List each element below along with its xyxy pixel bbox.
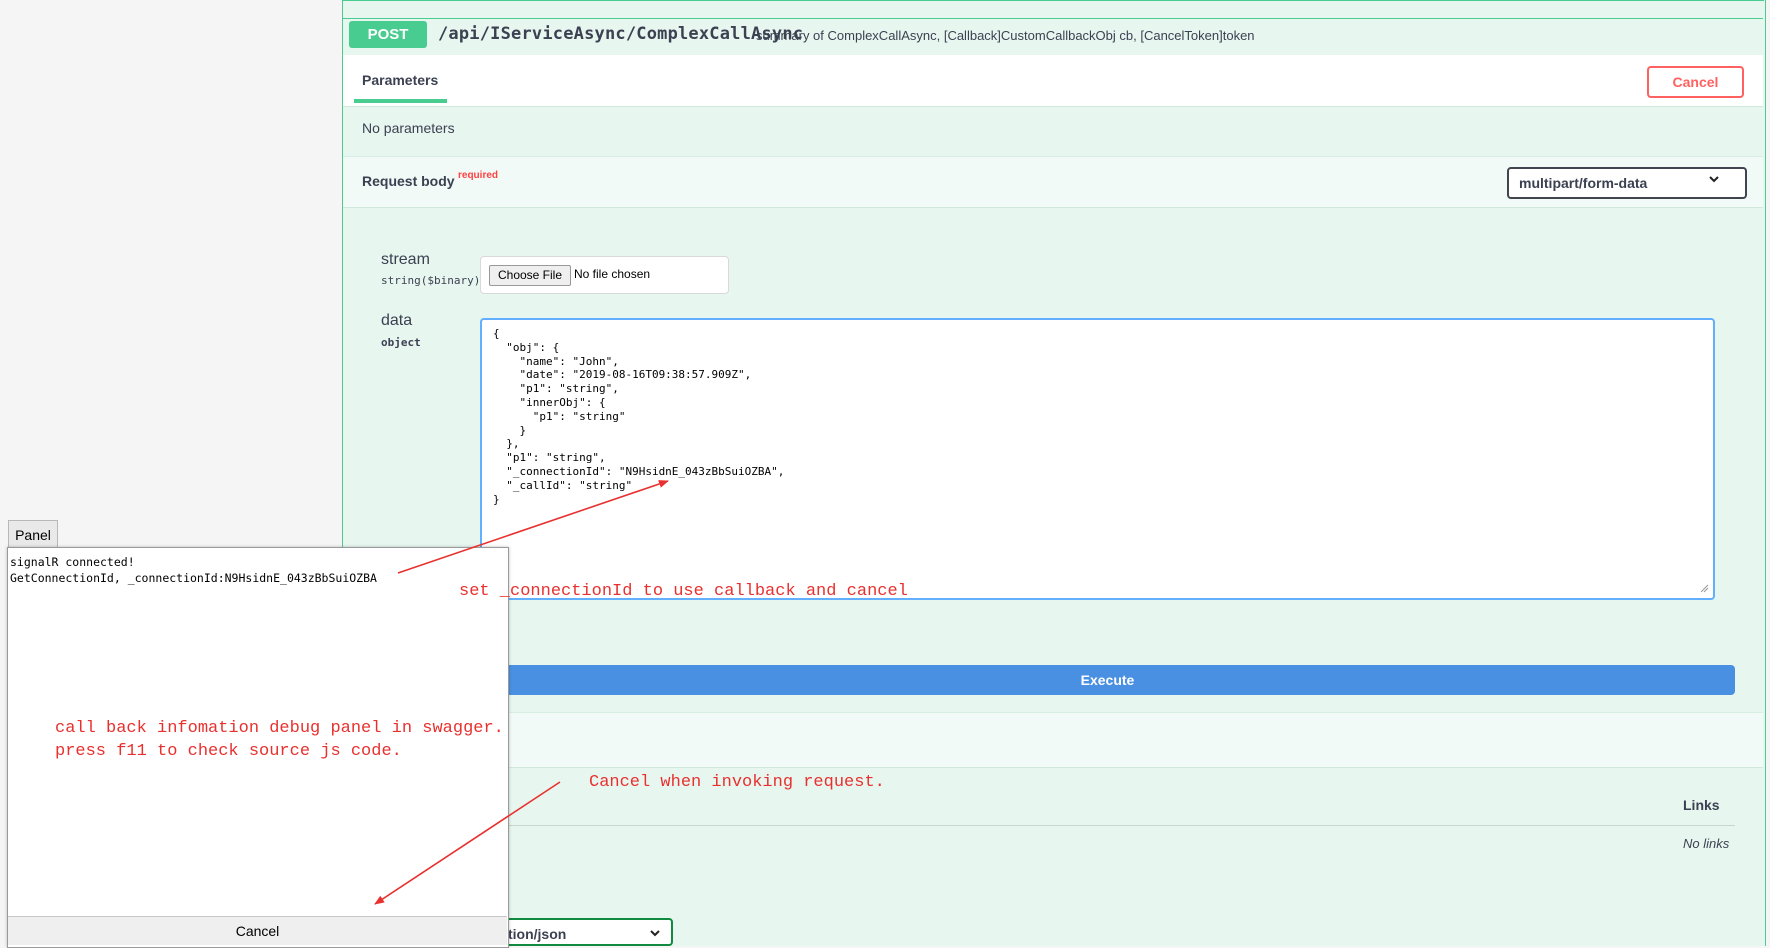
data-field-name: data bbox=[381, 312, 413, 329]
operation-path: /api/IServiceAsync/ComplexCallAsync bbox=[438, 24, 804, 44]
stream-field-type: string($binary) bbox=[381, 274, 481, 287]
debug-panel-log: signalR connected! GetConnectionId, _con… bbox=[10, 555, 377, 585]
operation-summary: summary of ComplexCallAsync, [Callback]C… bbox=[756, 28, 1255, 43]
data-json-value[interactable]: { "obj": { "name": "John", "date": "2019… bbox=[493, 327, 784, 506]
chevron-down-icon bbox=[650, 930, 660, 937]
annotation-debug-panel: call back infomation debug panel in swag… bbox=[55, 719, 504, 761]
request-body-title: Request body bbox=[362, 173, 455, 189]
previous-operation-border bbox=[342, 0, 1764, 1]
try-out-cancel-button[interactable]: Cancel bbox=[1647, 66, 1744, 98]
annotation-set-connection-id: set _connectionId to use callback and ca… bbox=[459, 582, 908, 601]
file-status-text: No file chosen bbox=[574, 267, 651, 281]
annotation-cancel: Cancel when invoking request. bbox=[589, 773, 885, 792]
active-tab-indicator bbox=[354, 99, 447, 103]
stream-field-name: stream bbox=[381, 251, 430, 268]
panel-toggle-tab[interactable]: Panel bbox=[8, 520, 58, 548]
resize-handle-icon[interactable] bbox=[1699, 583, 1709, 593]
parameters-header bbox=[343, 55, 1763, 107]
panel-cancel-button[interactable]: Cancel bbox=[8, 916, 507, 945]
no-parameters-text: No parameters bbox=[362, 120, 455, 136]
http-method-badge: POST bbox=[349, 21, 427, 48]
execute-button[interactable]: Execute bbox=[480, 665, 1735, 695]
choose-file-button[interactable]: Choose File bbox=[489, 265, 571, 286]
responses-header bbox=[343, 712, 1763, 768]
chevron-down-icon bbox=[1709, 176, 1719, 183]
responses-table-divider bbox=[480, 825, 1735, 826]
required-badge: required bbox=[458, 170, 499, 181]
no-links-text: No links bbox=[1683, 836, 1730, 851]
data-field-type: object bbox=[381, 336, 421, 349]
tab-parameters[interactable]: Parameters bbox=[362, 72, 438, 88]
links-column-header: Links bbox=[1683, 797, 1720, 813]
